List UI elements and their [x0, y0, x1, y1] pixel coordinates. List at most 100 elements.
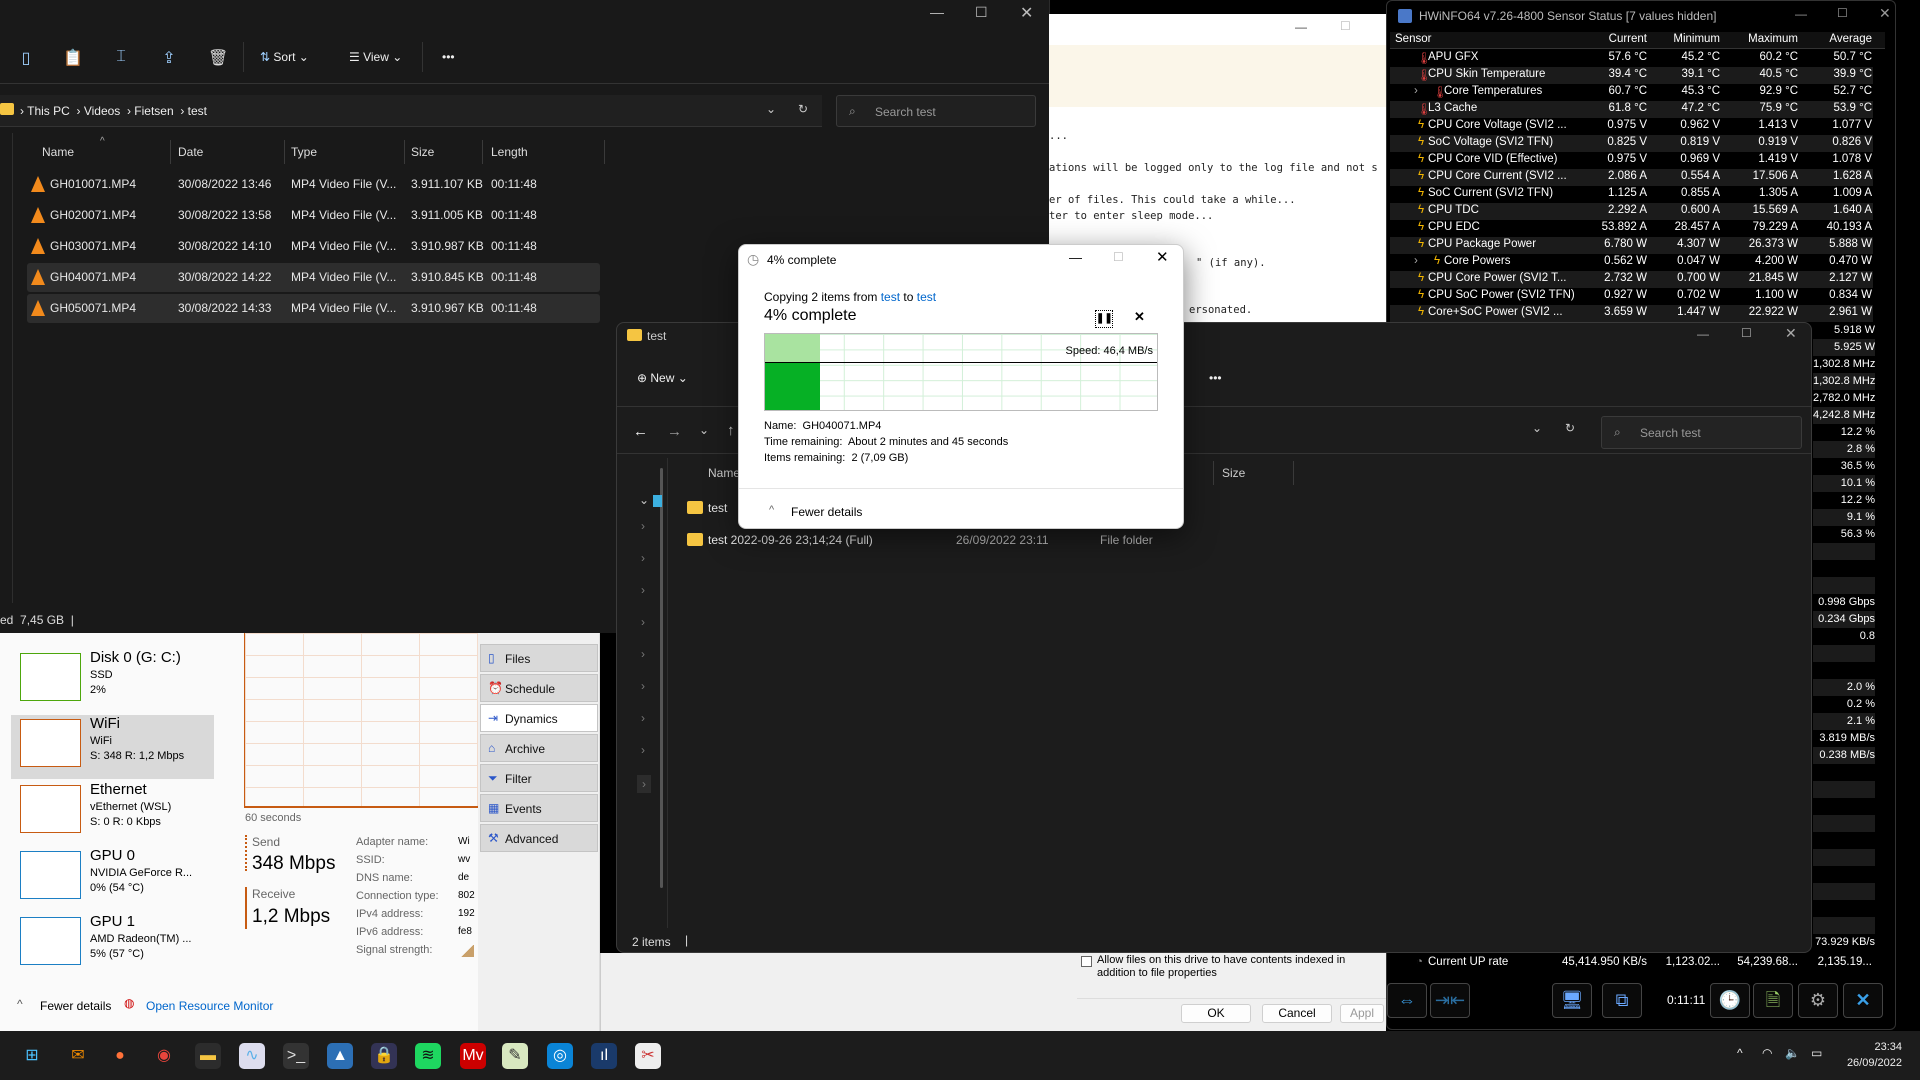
folder-row[interactable]: test 2022-09-26 23;14;24 (Full) 26/09/20… — [687, 529, 1287, 553]
breadcrumb-test[interactable]: test — [188, 104, 207, 118]
taskbar-app-bird-icon[interactable]: ▲ — [327, 1043, 353, 1069]
taskbar-media-icon[interactable]: ◎ — [547, 1043, 573, 1069]
search-input[interactable]: ⌕ Search test — [1601, 416, 1802, 449]
minimize-button[interactable]: — — [1069, 250, 1082, 265]
delete-icon[interactable]: 🗑 — [208, 48, 228, 68]
file-row[interactable]: GH040071.MP4 30/08/2022 14:22 MP4 Video … — [27, 263, 600, 292]
sensor-row[interactable]: ϟ CPU Core VID (Effective) 0.975 V 0.969… — [1390, 152, 1873, 169]
sensor-row[interactable]: ϟ Core+SoC Power (SVI2 ... 3.659 W 1.447… — [1390, 305, 1873, 322]
sensor-row[interactable]: 🌡 L3 Cache 61.8 °C 47.2 °C 75.9 °C 53.9 … — [1390, 101, 1873, 118]
sensor-row[interactable]: ϟ CPU Core Current (SVI2 ... 2.086 A 0.5… — [1390, 169, 1873, 186]
maximize-button[interactable]: ☐ — [1837, 6, 1848, 20]
maximize-button[interactable]: ☐ — [1340, 19, 1351, 33]
sensor-row[interactable]: ϟ CPU Core Voltage (SVI2 ... 0.975 V 0.9… — [1390, 118, 1873, 135]
column-header-type[interactable]: Type — [291, 145, 317, 159]
performance-item[interactable]: GPU 0 NVIDIA GeForce R... 0% (54 °C) — [11, 847, 214, 911]
search-input[interactable]: ⌕ Search test — [836, 95, 1036, 127]
chevron-up-icon[interactable]: ^ — [769, 504, 774, 516]
cancel-button[interactable]: Cancel — [1262, 1004, 1332, 1023]
collapse-chevron-icon[interactable]: › — [641, 711, 645, 725]
close-button[interactable]: ✕ — [1879, 5, 1891, 22]
taskbar-terminal-icon[interactable]: >_ — [283, 1043, 309, 1069]
column-header-maximum[interactable]: Maximum — [1720, 33, 1798, 45]
show-hidden-icons-chevron[interactable]: ^ — [1737, 1046, 1743, 1060]
expand-chevron-icon[interactable]: ⌄ — [639, 493, 649, 507]
settings-gear-icon[interactable]: ⚙ — [1798, 983, 1838, 1018]
side-item-files[interactable]: ▯ Files — [480, 644, 598, 672]
close-icon[interactable]: ✕ — [1843, 983, 1883, 1018]
battery-icon[interactable]: ▭ — [1811, 1046, 1822, 1060]
maximize-button[interactable]: ☐ — [1741, 326, 1752, 340]
more-options-button[interactable]: ••• — [1209, 371, 1222, 385]
sensor-row[interactable]: 🌡 APU GFX 57.6 °C 45.2 °C 60.2 °C 50.7 °… — [1390, 50, 1873, 67]
column-header-size[interactable]: Size — [411, 145, 434, 159]
taskbar-mv-app-icon[interactable]: Mv — [460, 1043, 486, 1069]
network-button[interactable]: ⧉ — [1602, 983, 1642, 1018]
column-header-size[interactable]: Size — [1222, 466, 1245, 480]
nav-scrollbar[interactable] — [660, 468, 663, 888]
side-item-dynamics[interactable]: ⇥ Dynamics — [480, 704, 598, 732]
chevron-down-icon[interactable]: ⌄ — [766, 102, 776, 116]
clock-date[interactable]: 26/09/2022 — [1840, 1057, 1902, 1069]
new-button[interactable]: ⊕ New ⌄ — [637, 371, 688, 385]
maximize-button[interactable]: ☐ — [975, 4, 988, 21]
clock-reset-button[interactable]: 🕒 — [1710, 983, 1750, 1018]
ok-button[interactable]: OK — [1181, 1004, 1251, 1023]
collapse-chevron-icon[interactable]: › — [637, 775, 651, 793]
side-item-schedule[interactable]: ⏰ Schedule — [480, 674, 598, 702]
column-header-name[interactable]: Name — [42, 145, 74, 159]
taskbar-file-explorer-icon[interactable]: ▬ — [195, 1043, 221, 1069]
clock-time[interactable]: 23:34 — [1840, 1041, 1902, 1053]
column-header-name[interactable]: Name — [708, 466, 740, 480]
minimize-button[interactable]: — — [930, 4, 944, 20]
side-item-filter[interactable]: ⏷ Filter — [480, 764, 598, 792]
close-button[interactable]: ✕ — [1156, 248, 1169, 266]
sensor-search-button[interactable]: 🖥 — [1552, 983, 1592, 1018]
file-row[interactable]: GH010071.MP4 30/08/2022 13:46 MP4 Video … — [27, 170, 600, 199]
refresh-icon[interactable]: ↻ — [1565, 421, 1575, 435]
sensor-row[interactable]: ϟ CPU Package Power 6.780 W 4.307 W 26.3… — [1390, 237, 1873, 254]
close-button[interactable]: ✕ — [1020, 3, 1033, 23]
copy-icon[interactable]: ▯ — [16, 48, 36, 68]
column-divider[interactable] — [604, 140, 605, 164]
file-row[interactable]: GH020071.MP4 30/08/2022 13:58 MP4 Video … — [27, 201, 600, 230]
taskbar-firefox-icon[interactable]: ● — [107, 1043, 133, 1069]
sensor-row[interactable]: ϟ CPU TDC 2.292 A 0.600 A 15.569 A 1.640… — [1390, 203, 1873, 220]
recent-locations-chevron-icon[interactable]: ⌄ — [699, 423, 709, 437]
column-divider[interactable] — [1293, 461, 1294, 485]
sensor-row[interactable]: ϟ SoC Current (SVI2 TFN) 1.125 A 0.855 A… — [1390, 186, 1873, 203]
fewer-details-button[interactable]: Fewer details — [791, 505, 862, 519]
breadcrumb-fietsen[interactable]: Fietsen — [134, 104, 173, 118]
volume-icon[interactable]: 🔈 — [1785, 1046, 1800, 1060]
taskbar-spotify-icon[interactable]: ≋ — [415, 1043, 441, 1069]
paste-icon[interactable]: 📋 — [63, 48, 83, 68]
logging-button[interactable]: 🗎 — [1753, 983, 1793, 1018]
share-icon[interactable]: ⇪ — [159, 48, 179, 68]
more-options-button[interactable]: ••• — [442, 50, 455, 64]
taskbar-vpn-icon[interactable]: 🔒 — [371, 1043, 397, 1069]
cancel-copy-button[interactable]: ✕ — [1134, 309, 1145, 325]
column-divider[interactable] — [1213, 461, 1214, 485]
collapse-columns-button[interactable]: ⇥⇤ — [1430, 983, 1470, 1018]
maximize-button[interactable]: ☐ — [1113, 250, 1124, 264]
taskbar-chrome-icon[interactable]: ◉ — [151, 1043, 177, 1069]
nav-pane-border[interactable] — [667, 458, 668, 928]
expand-chevron-icon[interactable]: › — [1414, 85, 1418, 97]
collapse-chevron-icon[interactable]: › — [641, 615, 645, 629]
performance-item[interactable]: Ethernet vEthernet (WSL) S: 0 R: 0 Kbps — [11, 781, 214, 845]
index-contents-checkbox[interactable] — [1081, 956, 1092, 967]
side-item-advanced[interactable]: ⚒ Advanced — [480, 824, 598, 852]
expand-columns-button[interactable]: ⇔ — [1387, 983, 1427, 1018]
refresh-icon[interactable]: ↻ — [798, 102, 808, 116]
collapse-chevron-icon[interactable]: › — [641, 647, 645, 661]
taskbar-hwinfo-icon[interactable]: ıl — [591, 1043, 617, 1069]
column-header-length[interactable]: Length — [491, 145, 528, 159]
column-header-sensor[interactable]: Sensor — [1395, 33, 1431, 45]
sensor-row[interactable]: ϟ CPU SoC Power (SVI2 TFN) 0.927 W 0.702… — [1390, 288, 1873, 305]
column-header-average[interactable]: Average — [1800, 33, 1872, 45]
sensor-row-current-up-rate[interactable]: ◔ Current UP rate 45,414.950 KB/s 1,123.… — [1390, 955, 1873, 972]
forward-arrow-icon[interactable]: → — [667, 423, 682, 440]
source-link[interactable]: test — [881, 290, 900, 304]
column-divider[interactable] — [404, 140, 405, 164]
taskbar-notepad-icon[interactable]: ✎ — [502, 1043, 528, 1069]
